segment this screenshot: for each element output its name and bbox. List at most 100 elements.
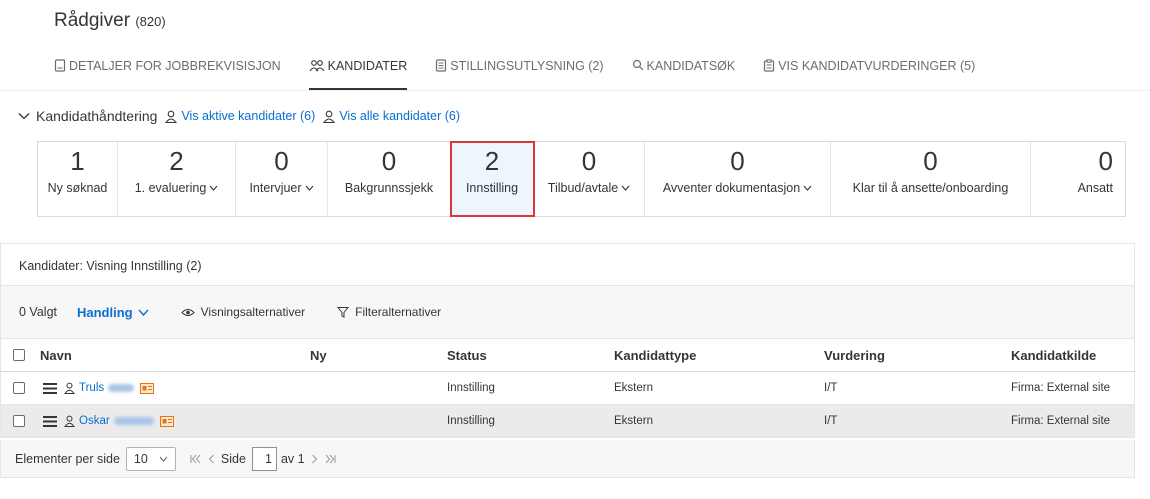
- stage-count: 0: [274, 146, 289, 176]
- stage-interviews[interactable]: 0 Intervjuer: [236, 142, 328, 216]
- row-checkbox[interactable]: [13, 372, 25, 404]
- stage-background-check[interactable]: 0 Bakgrunnssjekk: [328, 142, 451, 216]
- stage-ready-to-hire[interactable]: 0 Klar til å ansette/onboarding: [831, 142, 1031, 216]
- chevron-down-icon: [621, 185, 630, 191]
- tab-assessments[interactable]: VIS KANDIDATVURDERINGER (5): [763, 56, 975, 90]
- source-cell: Firma: External site: [1011, 415, 1111, 427]
- hamburger-menu-icon[interactable]: [43, 405, 57, 437]
- redacted-surname: [108, 384, 135, 392]
- people-icon: [309, 59, 325, 72]
- stage-count: 0: [923, 146, 938, 176]
- first-page-icon[interactable]: [190, 454, 202, 464]
- status-cell: Innstilling: [447, 415, 495, 427]
- person-icon: [64, 382, 75, 394]
- tab-candidates-label: KANDIDATER: [327, 59, 408, 73]
- status-cell: Innstilling: [447, 382, 495, 394]
- last-page-icon[interactable]: [324, 454, 336, 464]
- person-icon: [323, 110, 336, 123]
- tab-candidates[interactable]: KANDIDATER: [308, 56, 408, 90]
- stage-label: Innstilling: [465, 181, 519, 195]
- stage-label: Tilbud/avtale: [547, 181, 619, 195]
- list-title: Kandidater: Visning Innstilling (2): [0, 243, 1135, 286]
- view-options-label: Visningsalternativer: [200, 305, 306, 319]
- stage-label: Intervjuer: [249, 181, 302, 195]
- tab-posting-label: STILLINGSUTLYSNING (2): [450, 59, 604, 73]
- items-per-page-value: 10: [133, 451, 148, 466]
- chevron-down-icon: [803, 185, 812, 191]
- table-row[interactable]: Oskar Innstilling Ekstern I/T Firma: Ext…: [0, 405, 1135, 438]
- stage-count: 2: [484, 146, 500, 176]
- filter-options-label: Filteralternativer: [355, 305, 442, 319]
- chevron-down-icon[interactable]: [18, 112, 30, 120]
- hamburger-menu-icon[interactable]: [43, 372, 57, 404]
- stage-first-evaluation[interactable]: 2 1. evaluering: [118, 142, 236, 216]
- stage-offer[interactable]: 0 Tilbud/avtale: [534, 142, 645, 216]
- previous-page-icon[interactable]: [208, 454, 215, 464]
- page-title: Rådgiver (820): [54, 10, 166, 32]
- tab-posting[interactable]: STILLINGSUTLYSNING (2): [435, 56, 604, 90]
- pipeline-stages: 1 Ny søknad 2 1. evaluering 0 Intervjuer…: [37, 141, 1126, 217]
- candidate-name-link[interactable]: Oskar: [79, 415, 110, 427]
- column-header-rating[interactable]: Vurdering: [824, 339, 885, 371]
- stage-count: 0: [730, 146, 745, 176]
- column-header-source[interactable]: Kandidatkilde: [1011, 339, 1096, 371]
- candidate-management-title: Kandidathåndtering: [36, 108, 158, 124]
- stage-new-application[interactable]: 1 Ny søknad: [38, 142, 118, 216]
- chevron-down-icon: [209, 185, 218, 191]
- candidate-type-cell: Ekstern: [614, 415, 653, 427]
- table-header: Navn Ny Status Kandidattype Vurdering Ka…: [0, 338, 1135, 372]
- filter-options-button[interactable]: Filteralternativer: [337, 305, 441, 319]
- tab-details[interactable]: DETALJER FOR JOBBREKVISISJON: [54, 56, 281, 90]
- view-options-button[interactable]: Visningsalternativer: [180, 305, 306, 319]
- column-header-candidate-type[interactable]: Kandidattype: [614, 339, 696, 371]
- page-header: Rådgiver (820) DETALJER FOR JOBBREKVISIS…: [0, 0, 1150, 90]
- page-title-text: Rådgiver: [54, 10, 131, 31]
- stage-label: Avventer dokumentasjon: [662, 181, 801, 195]
- person-icon: [165, 110, 178, 123]
- select-all-checkbox[interactable]: [13, 339, 25, 371]
- stage-count: 0: [581, 146, 597, 176]
- page-number-input[interactable]: 1: [251, 446, 277, 471]
- pagination-bar: Elementer per side 10 Side 1 av 1: [0, 440, 1135, 478]
- stage-label: Ansatt: [1077, 181, 1113, 195]
- source-cell: Firma: External site: [1011, 382, 1111, 394]
- list-toolbar: 0 Valgt Handling Visningsalternativer Fi…: [0, 286, 1135, 338]
- candidate-list: Kandidater: Visning Innstilling (2) 0 Va…: [0, 243, 1135, 478]
- page-label: Side: [220, 451, 246, 466]
- tab-bar: DETALJER FOR JOBBREKVISISJON KANDIDATER …: [54, 56, 1003, 90]
- tab-candidate-search[interactable]: KANDIDATSØK: [632, 56, 736, 90]
- stage-label: Klar til å ansette/onboarding: [852, 181, 1009, 195]
- action-menu-button[interactable]: Handling: [77, 305, 149, 320]
- rating-cell: I/T: [824, 382, 838, 394]
- chevron-down-icon: [159, 456, 168, 462]
- stage-count: 2: [169, 146, 184, 176]
- rating-cell: I/T: [824, 415, 838, 427]
- items-per-page-select[interactable]: 10: [125, 446, 176, 471]
- tab-candidate-search-label: KANDIDATSØK: [646, 59, 736, 73]
- column-header-status[interactable]: Status: [447, 339, 487, 371]
- chevron-down-icon: [138, 309, 149, 316]
- action-menu-label: Handling: [77, 304, 133, 320]
- show-active-candidates-link[interactable]: Vis aktive kandidater (6): [181, 109, 315, 123]
- stage-count: 1: [70, 146, 85, 176]
- clipboard-icon: [763, 59, 775, 72]
- column-header-name[interactable]: Navn: [40, 339, 72, 371]
- column-header-new[interactable]: Ny: [310, 339, 327, 371]
- candidate-type-cell: Ekstern: [614, 382, 653, 394]
- stage-awaiting-documentation[interactable]: 0 Avventer dokumentasjon: [645, 142, 831, 216]
- table-row[interactable]: Truls Innstilling Ekstern I/T Firma: Ext…: [0, 372, 1135, 405]
- show-all-candidates-link[interactable]: Vis alle kandidater (6): [339, 109, 460, 123]
- profile-card-icon[interactable]: [159, 415, 174, 427]
- candidate-name-link[interactable]: Truls: [79, 382, 104, 394]
- filter-icon: [337, 306, 350, 318]
- next-page-icon[interactable]: [311, 454, 318, 464]
- profile-card-icon[interactable]: [140, 382, 155, 394]
- search-icon: [632, 59, 644, 71]
- row-checkbox[interactable]: [13, 405, 25, 437]
- stage-recommendation[interactable]: 2 Innstilling: [450, 141, 535, 217]
- page-title-count: (820): [135, 14, 166, 29]
- pager-nav: Side 1 av 1: [190, 446, 336, 471]
- tab-details-label: DETALJER FOR JOBBREKVISISJON: [69, 59, 281, 73]
- stage-hired[interactable]: 0 Ansatt: [1031, 142, 1125, 216]
- page-of-label: av 1: [280, 451, 305, 466]
